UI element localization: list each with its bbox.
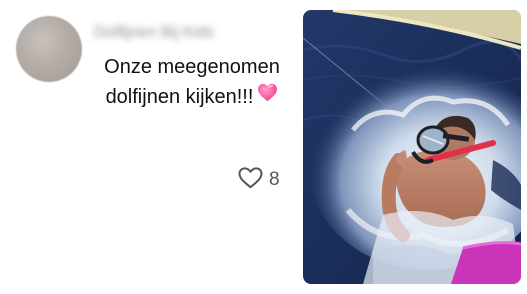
comment-photo[interactable] bbox=[303, 10, 521, 284]
like-button[interactable]: 8 bbox=[238, 165, 280, 195]
comment-line-2-wrap: dolfijnen kijken!!! bbox=[84, 82, 300, 112]
like-count: 8 bbox=[269, 169, 280, 190]
comment-card: Dolfijnen Bij Kids Onze meegenomen dolfi… bbox=[0, 0, 527, 294]
username[interactable]: Dolfijnen Bij Kids bbox=[94, 21, 244, 45]
comment-text: Onze meegenomen dolfijnen kijken!!! bbox=[84, 52, 300, 112]
comment-line-1: Onze meegenomen bbox=[104, 56, 280, 78]
pink-heart-emoji-icon bbox=[257, 81, 278, 111]
avatar[interactable] bbox=[16, 16, 82, 82]
comment-line-2: dolfijnen kijken!!! bbox=[105, 86, 254, 108]
heart-outline-icon[interactable] bbox=[238, 166, 263, 194]
